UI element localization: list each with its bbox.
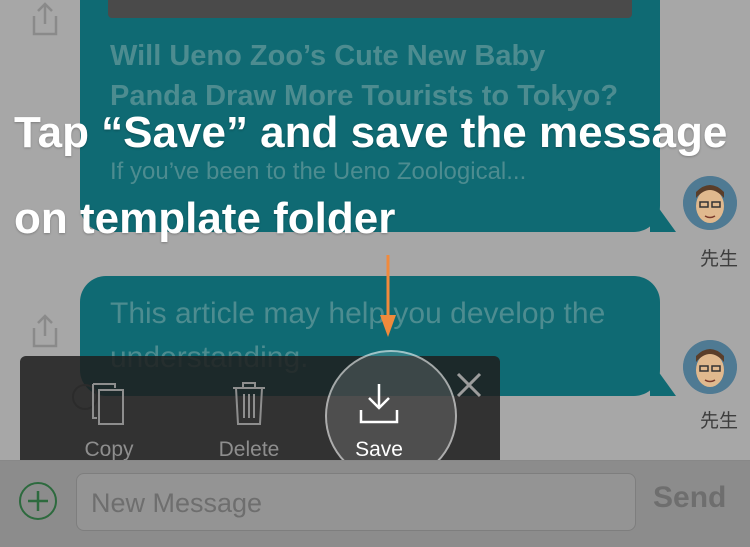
sender-name: 先生 — [700, 411, 739, 432]
article-thumbnail — [108, 0, 632, 18]
new-message-input[interactable]: New Message — [76, 473, 636, 531]
copy-icon — [92, 383, 124, 425]
save-button[interactable]: Save — [334, 380, 424, 462]
avatar[interactable] — [683, 340, 737, 394]
message-input-bar: New Message Send — [0, 460, 750, 547]
plus-icon[interactable] — [18, 481, 58, 521]
save-label: Save — [355, 438, 403, 461]
send-button[interactable]: Send — [653, 481, 726, 515]
share-icon[interactable] — [28, 314, 62, 350]
bubble-tail — [650, 360, 676, 396]
close-icon[interactable] — [454, 370, 484, 400]
pointer-arrow-icon — [380, 255, 396, 337]
delete-icon — [233, 382, 265, 425]
delete-button[interactable]: Delete — [204, 380, 294, 462]
message-action-bar: Copy Delete Save — [20, 352, 500, 480]
instruction-line-2: on template folder — [14, 194, 396, 243]
save-icon — [359, 384, 399, 424]
copy-button[interactable]: Copy — [64, 380, 154, 462]
copy-label: Copy — [84, 438, 134, 461]
instruction-line-1: Tap “Save” and save the message — [14, 108, 728, 157]
delete-label: Delete — [218, 438, 280, 461]
tutorial-instruction: Tap “Save” and save the message on templ… — [14, 90, 744, 262]
share-icon[interactable] — [28, 2, 62, 38]
